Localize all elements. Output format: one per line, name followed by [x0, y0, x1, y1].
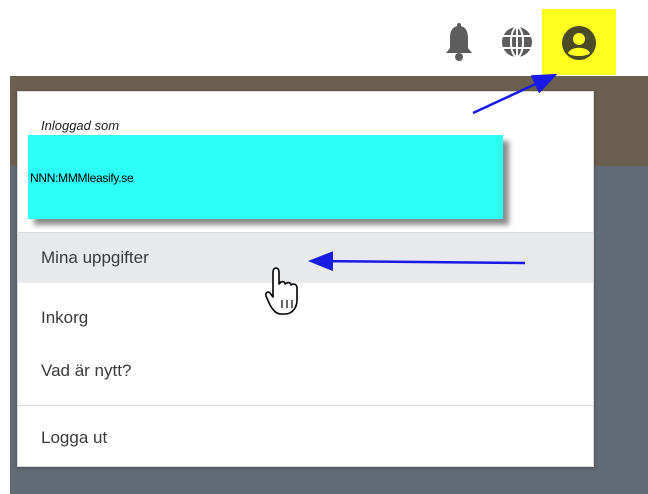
menu-item-logout[interactable]: Logga ut — [18, 414, 593, 462]
menu-item-my-details[interactable]: Mina uppgifter — [18, 233, 593, 283]
account-name-box: NNN:MMMleasify.se — [28, 135, 503, 219]
bell-icon[interactable] — [443, 22, 475, 62]
user-dropdown-menu: Inloggad som NNN:MMMleasify.se Mina uppg… — [17, 91, 594, 467]
menu-item-whats-new[interactable]: Vad är nytt? — [18, 348, 593, 394]
logged-in-label: Inloggad som — [41, 118, 120, 133]
menu-account-section: Inloggad som NNN:MMMleasify.se — [18, 92, 593, 233]
globe-icon[interactable] — [499, 24, 535, 60]
menu-item-inbox[interactable]: Inkorg — [18, 295, 593, 341]
account-name: NNN:MMMleasify.se — [30, 171, 134, 185]
user-circle-icon[interactable] — [560, 24, 598, 62]
menu-divider — [18, 405, 593, 406]
